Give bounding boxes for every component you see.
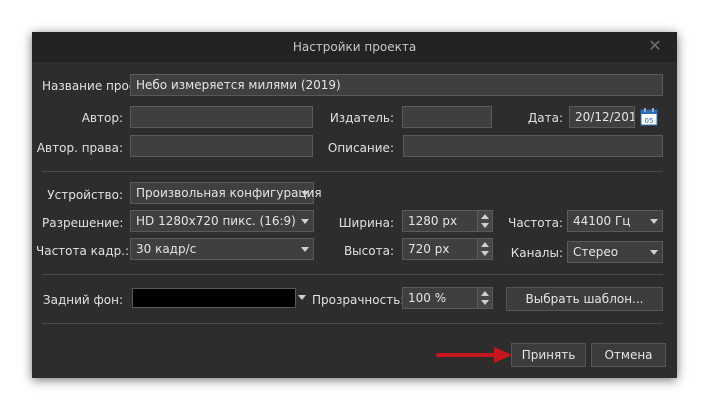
copyright-input[interactable] xyxy=(130,135,313,157)
stepper-arrows[interactable] xyxy=(477,288,492,308)
width-stepper[interactable]: 1280 px xyxy=(402,210,493,232)
chevron-down-icon xyxy=(301,247,309,252)
publisher-input[interactable] xyxy=(402,106,492,128)
opacity-value: 100 % xyxy=(408,291,447,305)
cancel-button[interactable]: Отмена xyxy=(591,343,666,367)
device-label: Устройство: xyxy=(47,188,123,202)
dialog-title: Настройки проекта xyxy=(292,40,417,54)
title-bar: Настройки проекта ✕ xyxy=(32,32,677,62)
close-icon[interactable]: ✕ xyxy=(647,38,663,54)
calendar-day: 05 xyxy=(645,117,654,125)
background-color-label: Задний фон: xyxy=(42,293,123,307)
project-name-input[interactable]: Небо измеряется милями (2019) xyxy=(130,74,663,96)
annotation-arrow-icon xyxy=(436,347,512,363)
opacity-stepper[interactable]: 100 % xyxy=(402,287,493,309)
chevron-down-icon xyxy=(650,219,658,224)
resolution-label: Разрешение: xyxy=(42,216,124,230)
width-value: 1280 px xyxy=(408,214,458,228)
copyright-label: Автор. права: xyxy=(36,141,123,155)
framerate-label: Частота кадр.: xyxy=(36,244,130,258)
separator xyxy=(42,323,663,324)
date-input[interactable]: 20/12/2019 xyxy=(569,106,635,128)
project-settings-dialog: Настройки проекта ✕ Название проекта Неб… xyxy=(32,32,677,378)
choose-template-button[interactable]: Выбрать шаблон... xyxy=(506,287,663,311)
channels-label: Каналы: xyxy=(510,246,563,260)
separator xyxy=(42,274,663,275)
separator xyxy=(42,171,663,172)
resolution-select[interactable]: HD 1280x720 пикс. (16:9) xyxy=(130,210,314,232)
date-label: Дата: xyxy=(527,111,563,125)
description-input[interactable] xyxy=(403,135,663,157)
publisher-label: Издатель: xyxy=(329,111,394,125)
stepper-arrows[interactable] xyxy=(477,239,492,259)
background-color-swatch[interactable] xyxy=(132,288,296,308)
resolution-select-value: HD 1280x720 пикс. (16:9) xyxy=(136,214,296,228)
height-label: Высота: xyxy=(343,244,394,258)
framerate-select[interactable]: 30 кадр/с xyxy=(130,238,314,260)
description-label: Описание: xyxy=(327,141,394,155)
chevron-down-icon xyxy=(301,219,309,224)
frequency-label: Частота: xyxy=(508,216,563,230)
device-select-value: Произвольная конфигурация xyxy=(136,186,322,200)
author-label: Автор: xyxy=(81,111,123,125)
chevron-down-icon xyxy=(650,250,658,255)
accept-button[interactable]: Принять xyxy=(511,343,586,367)
channels-select-value: Стерео xyxy=(573,245,619,259)
chevron-down-icon xyxy=(301,191,309,196)
framerate-select-value: 30 кадр/с xyxy=(136,242,197,256)
calendar-icon[interactable]: 05 xyxy=(640,108,658,126)
device-select[interactable]: Произвольная конфигурация xyxy=(130,182,322,204)
author-input[interactable] xyxy=(130,106,313,128)
opacity-label: Прозрачность: xyxy=(312,293,405,307)
height-stepper[interactable]: 720 px xyxy=(402,238,493,260)
width-label: Ширина: xyxy=(338,216,394,230)
frequency-select[interactable]: 44100 Гц xyxy=(567,210,663,232)
stepper-arrows[interactable] xyxy=(477,211,492,231)
chevron-down-icon[interactable] xyxy=(298,295,306,300)
frequency-select-value: 44100 Гц xyxy=(573,214,631,228)
channels-select[interactable]: Стерео xyxy=(567,241,663,263)
height-value: 720 px xyxy=(408,242,450,256)
